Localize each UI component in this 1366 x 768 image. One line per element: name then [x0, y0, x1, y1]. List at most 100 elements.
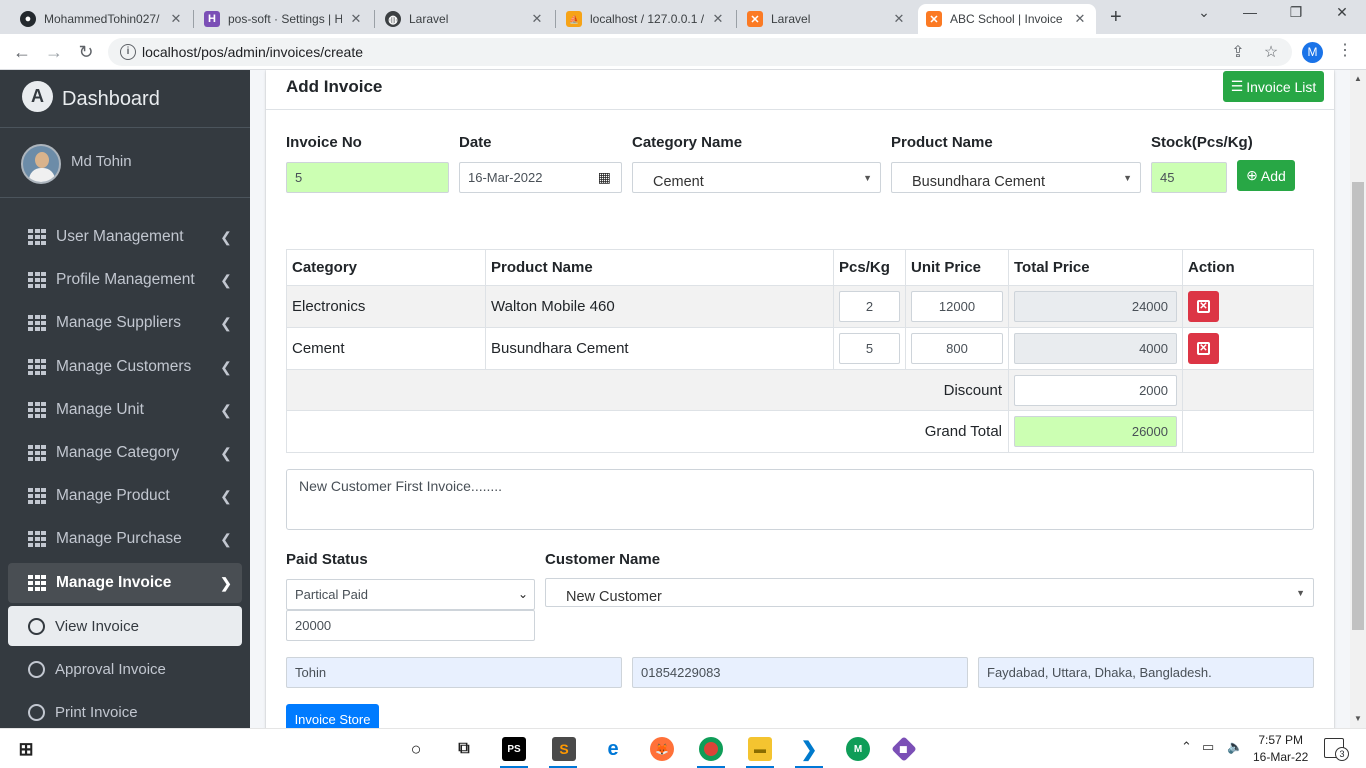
minimize-icon[interactable]: — — [1240, 4, 1260, 20]
sidebar-item-manage-suppliers[interactable]: Manage Suppliers ❮ — [8, 303, 242, 343]
browser-tab-phpmyadmin[interactable]: ⛵ localhost / 127.0.0.1 / ✕ — [558, 4, 734, 34]
list-icon: ☰ — [1230, 78, 1244, 94]
discount-input[interactable]: 2000 — [1014, 374, 1177, 406]
bookmark-star-icon[interactable]: ☆ — [1261, 42, 1281, 62]
browser-menu-icon[interactable]: ⋮ — [1337, 40, 1353, 60]
volume-icon[interactable]: 🔈 — [1227, 739, 1243, 755]
sidebar-item-manage-category[interactable]: Manage Category ❮ — [8, 433, 242, 473]
profile-avatar[interactable]: M — [1302, 42, 1323, 63]
sidebar-subitem-print-invoice[interactable]: Print Invoice — [8, 692, 242, 728]
brand-link[interactable]: A Dashboard — [0, 70, 250, 128]
unit-price-input[interactable]: 12000 — [911, 291, 1003, 322]
qty-input[interactable]: 2 — [839, 291, 900, 322]
notification-count: 3 — [1335, 747, 1349, 761]
share-icon[interactable]: ⇪ — [1228, 42, 1248, 62]
browser-tab-invoice[interactable]: ✕ ABC School | Invoice ✕ — [918, 4, 1096, 34]
paid-amount-input[interactable]: 20000 — [286, 610, 535, 641]
add-button[interactable]: ⊕ Add — [1237, 160, 1295, 191]
product-select[interactable]: Busundhara Cement ▼ — [891, 162, 1141, 193]
delete-row-button[interactable]: ✕ — [1188, 291, 1219, 322]
sublime-icon[interactable]: S — [552, 737, 576, 761]
plus-circle-icon: ⊕ — [1246, 167, 1258, 183]
chevron-left-icon: ❮ — [220, 271, 232, 288]
phpstorm-icon[interactable]: PS — [502, 737, 526, 761]
close-window-icon[interactable]: ✕ — [1332, 4, 1352, 21]
windows-start-icon[interactable]: ⊞ — [14, 737, 38, 761]
cortana-icon[interactable]: ○ — [404, 737, 428, 761]
close-icon[interactable]: ✕ — [710, 11, 726, 27]
close-icon[interactable]: ✕ — [1072, 11, 1088, 27]
sidebar-item-manage-product[interactable]: Manage Product ❮ — [8, 476, 242, 516]
network-icon[interactable]: ▭ — [1202, 739, 1214, 755]
sidebar-subitem-approval-invoice[interactable]: Approval Invoice — [8, 649, 242, 689]
close-icon[interactable]: ✕ — [348, 11, 364, 27]
url-input[interactable]: i localhost/pos/admin/invoices/create ⇪ … — [108, 38, 1292, 66]
category-select[interactable]: Cement ▼ — [632, 162, 881, 193]
sidebar-item-manage-customers[interactable]: Manage Customers ❮ — [8, 347, 242, 387]
grid-icon — [28, 575, 46, 591]
chrome-icon[interactable] — [699, 737, 723, 761]
customer-address-input[interactable]: Faydabad, Uttara, Dhaka, Bangladesh. — [978, 657, 1314, 688]
scroll-thumb[interactable] — [1352, 182, 1364, 630]
task-view-icon[interactable]: ⧉ — [452, 737, 476, 761]
circle-icon — [28, 660, 45, 678]
address-bar: ← → ↻ i localhost/pos/admin/invoices/cre… — [0, 34, 1366, 70]
sidebar-item-label: Manage Suppliers — [56, 314, 181, 331]
info-icon[interactable]: i — [120, 44, 136, 60]
chrome-profile-icon[interactable]: M — [846, 737, 870, 761]
paid-status-value: Partical Paid — [295, 587, 368, 602]
sidebar-item-manage-invoice[interactable]: Manage Invoice ❯ — [8, 563, 242, 603]
sidebar-item-manage-purchase[interactable]: Manage Purchase ❮ — [8, 519, 242, 559]
table-row: Cement Busundhara Cement 5 800 4000 ✕ — [286, 327, 1314, 370]
file-explorer-icon[interactable]: ▬ — [748, 737, 772, 761]
firefox-icon[interactable]: 🦊 — [650, 737, 674, 761]
user-name[interactable]: Md Tohin — [71, 153, 132, 170]
unit-price-input[interactable]: 800 — [911, 333, 1003, 364]
forward-icon[interactable]: → — [42, 40, 66, 64]
invoice-store-button[interactable]: Invoice Store — [286, 704, 379, 728]
category-value: Cement — [653, 174, 704, 190]
system-clock[interactable]: 7:57 PM 16-Mar-22 — [1253, 732, 1308, 766]
sidebar-item-user-management[interactable]: User Management ❮ — [8, 217, 242, 257]
discount-label: Discount — [286, 369, 1009, 411]
scroll-down-icon[interactable]: ▼ — [1354, 714, 1362, 723]
invoice-list-button[interactable]: ☰ Invoice List — [1223, 71, 1324, 102]
qty-input[interactable]: 5 — [839, 333, 900, 364]
reload-icon[interactable]: ↻ — [74, 40, 98, 64]
close-icon[interactable]: ✕ — [529, 11, 545, 27]
restore-icon[interactable]: ❐ — [1286, 4, 1306, 21]
browser-tab-github[interactable]: ● MohammedTohin027/ ✕ — [12, 4, 192, 34]
stock-field[interactable]: 45 — [1151, 162, 1227, 193]
edge-icon[interactable]: e — [601, 737, 625, 761]
customer-mobile-input[interactable]: 01854229083 — [632, 657, 968, 688]
invoice-no-field[interactable]: 5 — [286, 162, 449, 193]
scroll-up-icon[interactable]: ▲ — [1354, 74, 1362, 83]
close-icon[interactable]: ✕ — [168, 11, 184, 27]
calendar-icon[interactable]: ▦ — [598, 169, 611, 186]
paid-status-select[interactable]: Partical Paid ⌄ — [286, 579, 535, 610]
page-scrollbar[interactable]: ▲ ▼ — [1350, 70, 1366, 728]
notification-center-icon[interactable]: 3 — [1324, 738, 1349, 761]
new-tab-icon[interactable]: + — [1110, 6, 1128, 29]
git-icon[interactable]: ◆ — [891, 736, 917, 762]
customer-select[interactable]: New Customer ▼ — [545, 578, 1314, 607]
browser-tab-laravel-1[interactable]: ◍ Laravel ✕ — [377, 4, 553, 34]
vscode-icon[interactable]: ❯ — [797, 737, 821, 761]
back-icon[interactable]: ← — [10, 40, 34, 64]
tab-search-icon[interactable]: ⌄ — [1194, 4, 1214, 21]
delete-row-button[interactable]: ✕ — [1188, 333, 1219, 364]
sidebar-item-manage-unit[interactable]: Manage Unit ❮ — [8, 390, 242, 430]
browser-tab-laravel-2[interactable]: ✕ Laravel ✕ — [739, 4, 915, 34]
tray-expand-icon[interactable]: ⌃ — [1181, 739, 1192, 755]
date-field[interactable]: 16-Mar-2022 ▦ — [459, 162, 622, 193]
description-textarea[interactable]: New Customer First Invoice........ — [286, 469, 1314, 530]
close-icon[interactable]: ✕ — [891, 11, 907, 27]
customer-name-input[interactable]: Tohin — [286, 657, 622, 688]
sidebar-item-profile-management[interactable]: Profile Management ❮ — [8, 260, 242, 300]
browser-tab-heroku[interactable]: H pos-soft · Settings | He ✕ — [196, 4, 372, 34]
sidebar-item-label: Manage Customers — [56, 358, 192, 375]
sidebar-subitem-view-invoice[interactable]: View Invoice — [8, 606, 242, 646]
table-row: Electronics Walton Mobile 460 2 12000 24… — [286, 285, 1314, 328]
invoice-list-label: Invoice List — [1246, 78, 1317, 95]
clock-time: 7:57 PM — [1258, 733, 1304, 747]
